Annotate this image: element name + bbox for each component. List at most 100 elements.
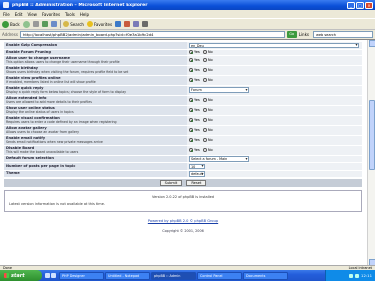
setting-control: Yes No (187, 125, 362, 135)
radio-no[interactable]: No (202, 98, 213, 102)
radio-yes[interactable]: Yes (189, 118, 200, 122)
scroll-thumb[interactable] (369, 100, 375, 170)
radio-yes[interactable]: Yes (189, 50, 200, 54)
setting-description: Sends email notifications when new priva… (6, 140, 103, 144)
menu-view[interactable]: View (27, 12, 37, 17)
go-button[interactable]: Go (286, 31, 297, 38)
setting-select[interactable]: Forum (189, 87, 249, 93)
ie-quicklaunch-icon[interactable] (51, 273, 56, 278)
form-button-row: Submit Reset (4, 179, 362, 187)
history-icon[interactable] (124, 21, 131, 27)
taskbar-button[interactable]: Control Panel (197, 271, 242, 280)
powered-by-link[interactable]: Powered by phpBB 2.0 © phpBB Group (148, 219, 218, 223)
settings-table: Enable Gzip Compression en_Deu Enable Foru… (4, 42, 362, 178)
radio-circle-icon[interactable] (189, 58, 193, 62)
radio-label: No (207, 148, 213, 152)
radio-no[interactable]: No (202, 148, 213, 152)
window-title: phpBB :: Administration – Microsoft Inte… (12, 2, 148, 8)
favorites-button[interactable]: Favorites (86, 21, 112, 27)
setting-control: default (187, 170, 362, 177)
web-search-input[interactable]: web search (313, 31, 373, 38)
search-button[interactable]: Search (63, 21, 84, 27)
radio-no[interactable]: No (202, 58, 213, 62)
radio-circle-icon[interactable] (202, 128, 207, 132)
vertical-scrollbar[interactable] (367, 40, 375, 266)
radio-yes[interactable]: Yes (189, 108, 200, 112)
network-icon[interactable] (355, 273, 360, 278)
radio-yes[interactable]: Yes (189, 128, 200, 132)
radio-circle-icon[interactable] (189, 98, 193, 102)
radio-no[interactable]: No (202, 108, 213, 112)
menu-bar: File Edit View Favorites Tools Help (0, 10, 375, 18)
back-button[interactable]: Back (2, 20, 20, 28)
radio-circle-icon[interactable] (202, 148, 207, 152)
taskbar-button[interactable]: Documents (243, 271, 288, 280)
radio-circle-icon[interactable] (189, 138, 193, 142)
scroll-up-icon[interactable] (368, 40, 375, 47)
radio-circle-icon[interactable] (189, 128, 193, 132)
radio-yes[interactable]: Yes (189, 68, 200, 72)
radio-label: Yes (194, 68, 200, 72)
radio-label: No (207, 118, 213, 122)
maximize-button[interactable]: □ (356, 1, 364, 9)
radio-circle-icon[interactable] (202, 78, 207, 82)
setting-description: Display a quick reply form below topics;… (6, 90, 127, 94)
minimize-button[interactable]: _ (347, 1, 355, 9)
menu-edit[interactable]: Edit (15, 12, 23, 17)
forward-button[interactable] (22, 20, 30, 28)
radio-yes[interactable]: Yes (189, 148, 200, 152)
reset-button[interactable]: Reset (186, 180, 207, 186)
setting-title: Number of posts per page in topic (6, 163, 76, 168)
setting-select[interactable]: default (189, 171, 205, 177)
links-button[interactable]: Links (299, 32, 309, 37)
radio-no[interactable]: No (202, 50, 213, 54)
radio-circle-icon[interactable] (189, 108, 193, 112)
radio-no[interactable]: No (202, 78, 213, 82)
radio-yes[interactable]: Yes (189, 78, 200, 82)
submit-button[interactable]: Submit (159, 180, 183, 186)
address-input[interactable]: http://localhost/phpBB2/admin/admin_boar… (19, 31, 285, 38)
setting-select[interactable]: en_Deu (189, 42, 359, 48)
radio-yes[interactable]: Yes (189, 138, 200, 142)
radio-no[interactable]: No (202, 138, 213, 142)
setting-control: Yes No (187, 49, 362, 55)
radio-circle-icon[interactable] (202, 50, 207, 54)
radio-circle-icon[interactable] (189, 68, 193, 72)
menu-file[interactable]: File (3, 12, 10, 17)
radio-circle-icon[interactable] (202, 108, 207, 112)
radio-yes[interactable]: Yes (189, 58, 200, 62)
setting-select[interactable]: Select a forum - Main (189, 156, 249, 162)
radio-circle-icon[interactable] (202, 58, 207, 62)
radio-circle-icon[interactable] (189, 78, 193, 82)
radio-circle-icon[interactable] (202, 68, 207, 72)
menu-tools[interactable]: Tools (65, 12, 75, 17)
menu-favorites[interactable]: Favorites (42, 12, 60, 17)
radio-circle-icon[interactable] (189, 148, 193, 152)
print-icon[interactable] (142, 21, 149, 27)
setting-description: This option allows users to change their… (6, 60, 120, 64)
volume-icon[interactable] (349, 273, 354, 278)
mail-icon[interactable] (133, 21, 140, 27)
menu-help[interactable]: Help (80, 12, 89, 17)
radio-no[interactable]: No (202, 128, 213, 132)
desktop-icon[interactable] (45, 273, 50, 278)
home-icon[interactable] (50, 21, 57, 27)
radio-no[interactable]: No (202, 118, 213, 122)
radio-circle-icon[interactable] (202, 118, 207, 122)
close-button[interactable]: × (365, 1, 373, 9)
refresh-icon[interactable] (41, 21, 48, 27)
media-icon[interactable] (115, 21, 122, 27)
taskbar-button[interactable]: PHP Designer (59, 271, 104, 280)
radio-circle-icon[interactable] (202, 138, 207, 142)
setting-select[interactable]: 10 (189, 163, 205, 169)
stop-icon[interactable] (32, 21, 39, 27)
radio-circle-icon[interactable] (189, 50, 193, 54)
start-button[interactable]: start (0, 270, 42, 281)
radio-circle-icon[interactable] (202, 98, 207, 102)
radio-circle-icon[interactable] (189, 118, 193, 122)
radio-no[interactable]: No (202, 68, 213, 72)
taskbar-button[interactable]: Untitled - Notepad (105, 271, 150, 280)
taskbar-button-active[interactable]: phpBB :: Admin (151, 271, 196, 280)
setting-title: Theme (6, 171, 20, 175)
radio-yes[interactable]: Yes (189, 98, 200, 102)
